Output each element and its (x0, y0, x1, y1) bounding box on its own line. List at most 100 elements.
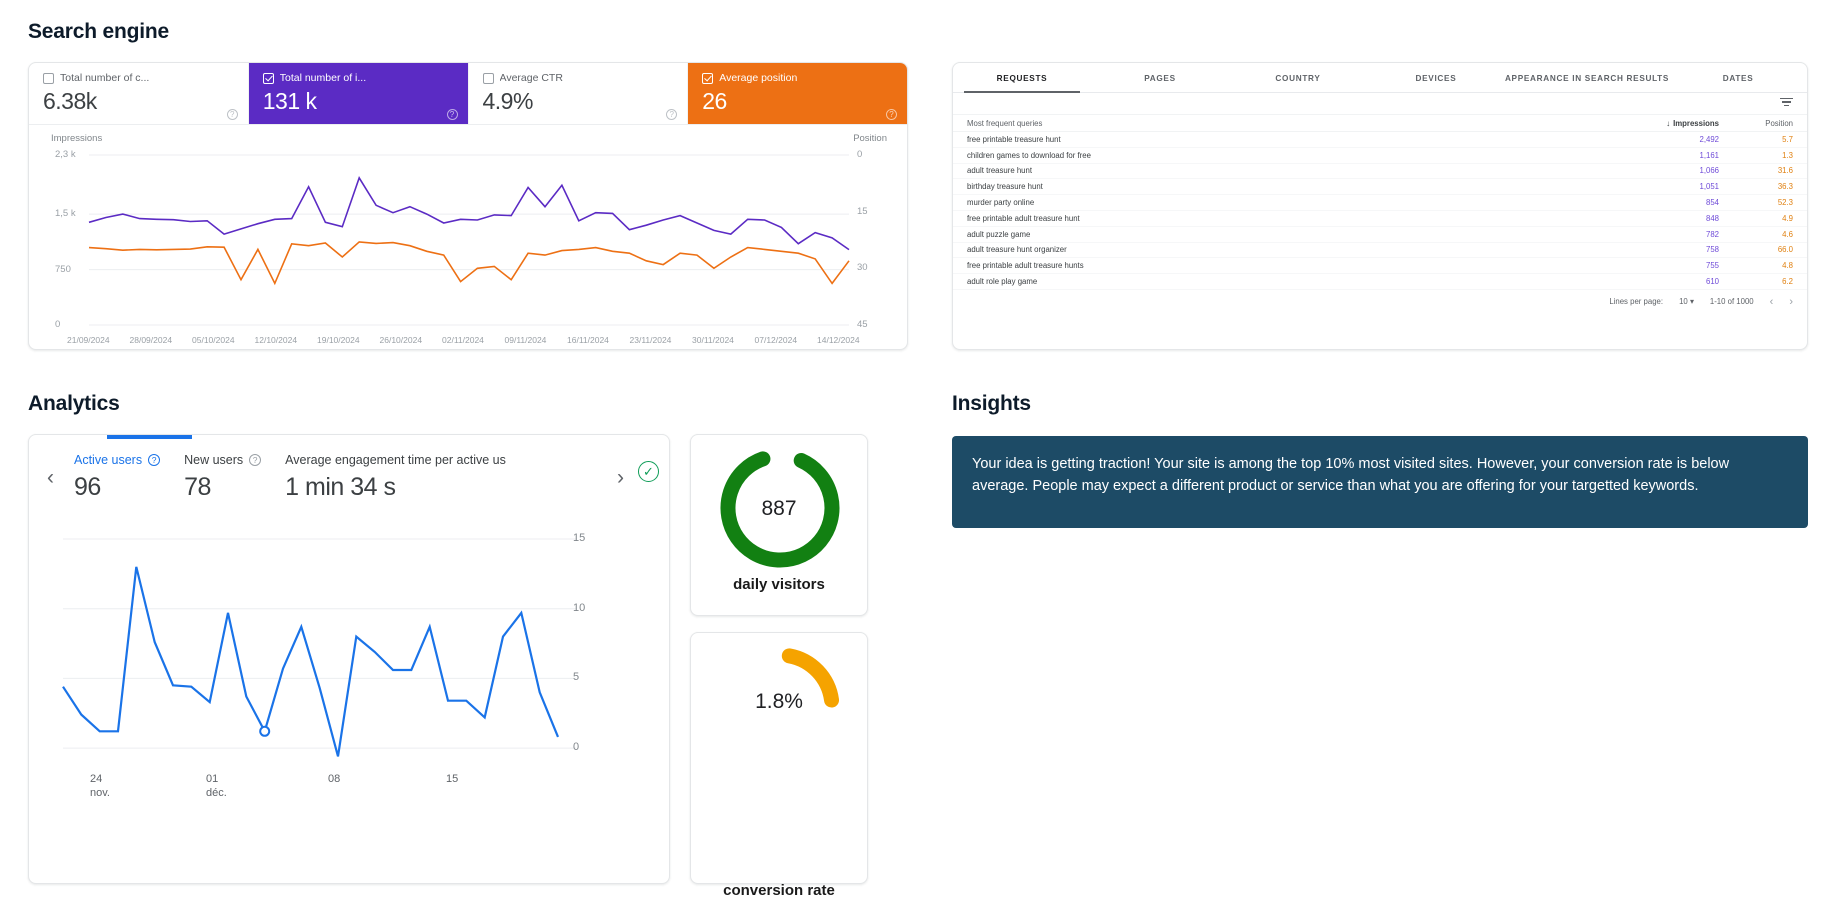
analytics-y-tick-3: 0 (573, 741, 580, 754)
x-tick-month: déc. (206, 787, 227, 799)
analytics-y-tick-0: 15 (573, 532, 586, 544)
checkbox-icon[interactable] (262, 72, 274, 84)
x-tick-5: 26/10/2024 (379, 335, 423, 345)
daily-visitors-tile: 887 daily visitors (690, 434, 868, 616)
col-header-position[interactable]: Position (1719, 119, 1793, 128)
cell-position: 36.3 (1777, 182, 1793, 192)
table-row[interactable]: free printable treasure hunt 2,492 5.7 (953, 132, 1807, 148)
analytics-chart[interactable]: 15 10 5 0 24 nov. 01 déc. 08 15 (43, 517, 655, 817)
cell-query: adult treasure hunt organizer (967, 245, 1067, 255)
cell-query: adult treasure hunt (967, 166, 1033, 176)
requests-table-body: free printable treasure hunt 2,492 5.7 chil… (953, 132, 1807, 290)
kpi-next-button[interactable]: › (609, 453, 632, 502)
metric-label: Total number of i... (279, 72, 367, 84)
cell-position: 4.6 (1782, 229, 1793, 239)
daily-visitors-value: 887 (761, 497, 797, 520)
metric-card-3[interactable]: Average position 26? (688, 63, 907, 124)
table-row[interactable]: children games to download for free 1,161… (953, 148, 1807, 164)
cell-position: 6.2 (1782, 277, 1793, 287)
metric-card-1[interactable]: Total number of i... 131 k? (248, 63, 469, 124)
help-icon[interactable]: ? (226, 109, 238, 120)
kpi-prev-button[interactable]: ‹ (39, 453, 62, 502)
pagination-prev-button[interactable]: ‹ (1770, 296, 1774, 308)
x-tick-3: 12/10/2024 (254, 335, 298, 345)
kpi-2[interactable]: Average engagement time per active us 1 m… (273, 453, 518, 502)
cell-impressions: 782 (1705, 229, 1719, 239)
help-icon[interactable]: ? (446, 109, 458, 120)
cell-position: 4.9 (1782, 213, 1793, 223)
cell-impressions: 1,066 (1699, 166, 1719, 176)
cell-query: free printable treasure hunt (967, 134, 1061, 144)
lines-per-page-label: Lines per page: (1609, 297, 1664, 307)
cell-impressions: 755 (1705, 261, 1719, 271)
help-icon[interactable]: ? (886, 109, 897, 120)
x-tick-0: 21/09/2024 (67, 335, 110, 345)
kpi-1[interactable]: New users? 78 (172, 453, 273, 502)
search-engine-card: Total number of c... 6.38k? Total number o… (28, 62, 908, 350)
metric-card-2[interactable]: Average CTR 4.9%? (469, 63, 689, 124)
kpi-list: Active users? 96 New users? 78 Average engag… (62, 453, 609, 502)
analytics-x-tick-0: 24 nov. (90, 772, 110, 800)
x-tick-day: 24 (90, 773, 103, 785)
check-circle-icon[interactable]: ✓ (638, 461, 659, 482)
x-tick-11: 07/12/2024 (754, 335, 798, 345)
pagination-range: 1-10 of 1000 (1709, 297, 1754, 307)
kpi-label: Active users (74, 453, 143, 467)
analytics-x-tick-3: 15 (446, 772, 458, 786)
kpi-0[interactable]: Active users? 96 (62, 453, 172, 502)
analytics-card: ‹ Active users? 96 New users? 78 Average eng… (28, 434, 670, 884)
metric-value: 26 (702, 88, 727, 114)
col-header-impressions[interactable]: ↓ Impressions (1599, 119, 1719, 128)
analytics-y-tick-1: 10 (573, 601, 586, 614)
lines-per-page-value: 10 (1679, 297, 1688, 307)
table-row[interactable]: birthday treasure hunt 1,051 36.3 (953, 179, 1807, 196)
cell-impressions: 1,051 (1699, 182, 1719, 192)
filter-icon[interactable] (1780, 98, 1793, 109)
sort-descending-icon: ↓ (1666, 118, 1671, 128)
checkbox-icon[interactable] (43, 72, 54, 84)
tab-devices[interactable]: DEVICES (1367, 63, 1505, 92)
tab-dates[interactable]: DATES (1669, 63, 1807, 92)
kpi-value: 1 min 34 s (285, 473, 396, 501)
cell-query: children games to download for free (967, 150, 1091, 160)
cell-position: 4.8 (1782, 261, 1793, 271)
cell-position: 52.3 (1777, 198, 1793, 208)
tab-appearance-in-search-results[interactable]: APPEARANCE IN SEARCH RESULTS (1505, 63, 1669, 92)
table-row[interactable]: free printable adult treasure hunt 848 4.9 (953, 211, 1807, 227)
cell-query: adult role play game (967, 277, 1038, 287)
help-icon[interactable]: ? (148, 454, 161, 466)
table-row[interactable]: adult treasure hunt 1,066 31.6 (953, 164, 1807, 180)
table-row[interactable]: murder party online 854 52.3 (953, 195, 1807, 211)
cell-query: adult puzzle game (967, 229, 1031, 239)
x-tick-2: 05/10/2024 (192, 335, 235, 345)
x-tick-8: 16/11/2024 (567, 335, 609, 345)
chevron-down-icon: ▾ (1689, 297, 1694, 307)
checkbox-icon[interactable] (482, 72, 494, 84)
cell-impressions: 854 (1705, 198, 1719, 208)
table-row[interactable]: free printable adult treasure hunts 755 4.… (953, 258, 1807, 275)
table-row[interactable]: adult puzzle game 782 4.6 (953, 227, 1807, 243)
dashboard-page: Search engine Analytics Insights Total n… (0, 0, 1836, 904)
metric-label: Total number of c... (60, 72, 150, 84)
table-header: Most frequent queries ↓ Impressions Posit… (953, 115, 1807, 132)
pagination-next-button[interactable]: › (1789, 296, 1793, 308)
tab-pages[interactable]: PAGES (1091, 63, 1229, 92)
help-icon[interactable]: ? (666, 109, 678, 120)
tab-country[interactable]: COUNTRY (1229, 63, 1367, 92)
metric-card-0[interactable]: Total number of c... 6.38k? (29, 63, 249, 124)
cell-query: free printable adult treasure hunt (967, 213, 1080, 223)
insights-message: Your idea is getting traction! Your site… (952, 436, 1808, 528)
requests-tabs: REQUESTS PAGES COUNTRY DEVICES APPEARANCE IN… (953, 63, 1807, 93)
tab-requests[interactable]: REQUESTS (953, 63, 1091, 93)
lines-per-page-select[interactable]: 10 ▾ (1679, 297, 1694, 306)
conversion-rate-tile: 1.8% conversion rate (690, 632, 868, 899)
x-tick-6: 02/11/2024 (442, 335, 484, 345)
help-icon[interactable]: ? (249, 454, 262, 466)
table-row[interactable]: adult role play game 610 6.2 (953, 274, 1807, 290)
metric-label: Average CTR (499, 72, 563, 84)
cell-impressions: 610 (1705, 277, 1719, 287)
table-row[interactable]: adult treasure hunt organizer 758 66.0 (953, 243, 1807, 259)
search-engine-chart[interactable]: Impressions Position 2,3 k 1,5 k 750 0 0 15 3… (29, 125, 907, 349)
kpi-value: 78 (184, 473, 211, 501)
checkbox-icon[interactable] (702, 72, 714, 84)
